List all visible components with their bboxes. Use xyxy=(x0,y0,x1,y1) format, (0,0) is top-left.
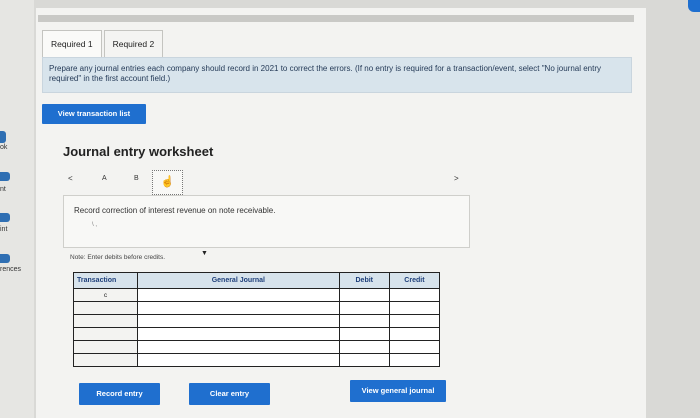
table-row xyxy=(72,340,441,354)
next-entry-button[interactable]: > xyxy=(454,174,459,183)
transaction-cell xyxy=(72,301,139,315)
table-row xyxy=(72,327,441,341)
transaction-cell xyxy=(72,327,139,341)
account-select[interactable] xyxy=(137,288,340,302)
requirement-tabs: Required 1 Required 2 xyxy=(42,30,164,58)
header-transaction: Transaction xyxy=(72,272,139,289)
credit-input[interactable] xyxy=(388,340,441,354)
debit-input[interactable] xyxy=(338,340,390,354)
credit-input[interactable] xyxy=(388,327,441,341)
record-entry-button[interactable]: Record entry xyxy=(79,383,160,405)
debit-input[interactable] xyxy=(338,327,390,341)
transaction-cell xyxy=(72,353,139,367)
sidebar-references-icon[interactable] xyxy=(0,254,10,263)
header-debit: Debit xyxy=(338,272,390,289)
account-select[interactable] xyxy=(137,353,340,367)
record-description-box: Record correction of interest revenue on… xyxy=(63,195,470,248)
instructions-box: Prepare any journal entries each company… xyxy=(42,57,632,93)
view-general-journal-button[interactable]: View general journal xyxy=(350,380,446,402)
sidebar-item-references[interactable]: rences xyxy=(0,266,21,273)
header-credit: Credit xyxy=(388,272,441,289)
transaction-cell: c xyxy=(72,288,139,302)
corner-button-icon[interactable] xyxy=(688,0,700,12)
tab-required-2[interactable]: Required 2 xyxy=(103,30,164,58)
credit-input[interactable] xyxy=(388,288,441,302)
table-row xyxy=(72,314,441,328)
table-row: c xyxy=(72,288,441,302)
top-progress-bar xyxy=(38,15,634,22)
record-mark: \ , xyxy=(92,222,98,228)
credit-input[interactable] xyxy=(388,353,441,367)
transaction-cell xyxy=(72,314,139,328)
clear-entry-button[interactable]: Clear entry xyxy=(189,383,270,405)
record-description-text: Record correction of interest revenue on… xyxy=(74,206,276,215)
note-text: Note: Enter debits before credits. xyxy=(70,254,166,261)
worksheet-title: Journal entry worksheet xyxy=(63,144,214,159)
sidebar-nav-icon[interactable] xyxy=(0,172,10,181)
prev-entry-button[interactable]: < xyxy=(68,174,73,183)
transaction-cell xyxy=(72,340,139,354)
left-sidebar: ok nt int rences xyxy=(0,0,34,418)
table-row xyxy=(72,301,441,315)
sidebar-print-icon[interactable] xyxy=(0,213,10,222)
sidebar-item-nt[interactable]: nt xyxy=(0,186,6,193)
entry-tab-c[interactable]: ☝ xyxy=(152,170,183,195)
credit-input[interactable] xyxy=(388,314,441,328)
table-row xyxy=(72,353,441,367)
debit-input[interactable] xyxy=(338,314,390,328)
account-select[interactable] xyxy=(137,301,340,315)
cursor-mark-icon: ▼ xyxy=(201,250,208,257)
sidebar-marker-icon xyxy=(0,131,6,143)
account-select[interactable] xyxy=(137,327,340,341)
sidebar-item-ok[interactable]: ok xyxy=(0,144,7,151)
sidebar-item-int[interactable]: int xyxy=(0,226,7,233)
hand-pointer-icon: ☝ xyxy=(160,176,175,188)
view-transaction-list-button[interactable]: View transaction list xyxy=(42,104,146,124)
entry-tab-a[interactable]: A xyxy=(102,175,107,182)
journal-table: Transaction General Journal Debit Credit… xyxy=(72,272,441,367)
account-select[interactable] xyxy=(137,314,340,328)
debit-input[interactable] xyxy=(338,353,390,367)
entry-tab-b[interactable]: B xyxy=(134,175,139,182)
account-select[interactable] xyxy=(137,340,340,354)
header-general-journal: General Journal xyxy=(137,272,340,289)
debit-input[interactable] xyxy=(338,288,390,302)
debit-input[interactable] xyxy=(338,301,390,315)
credit-input[interactable] xyxy=(388,301,441,315)
tab-required-1[interactable]: Required 1 xyxy=(42,30,102,58)
